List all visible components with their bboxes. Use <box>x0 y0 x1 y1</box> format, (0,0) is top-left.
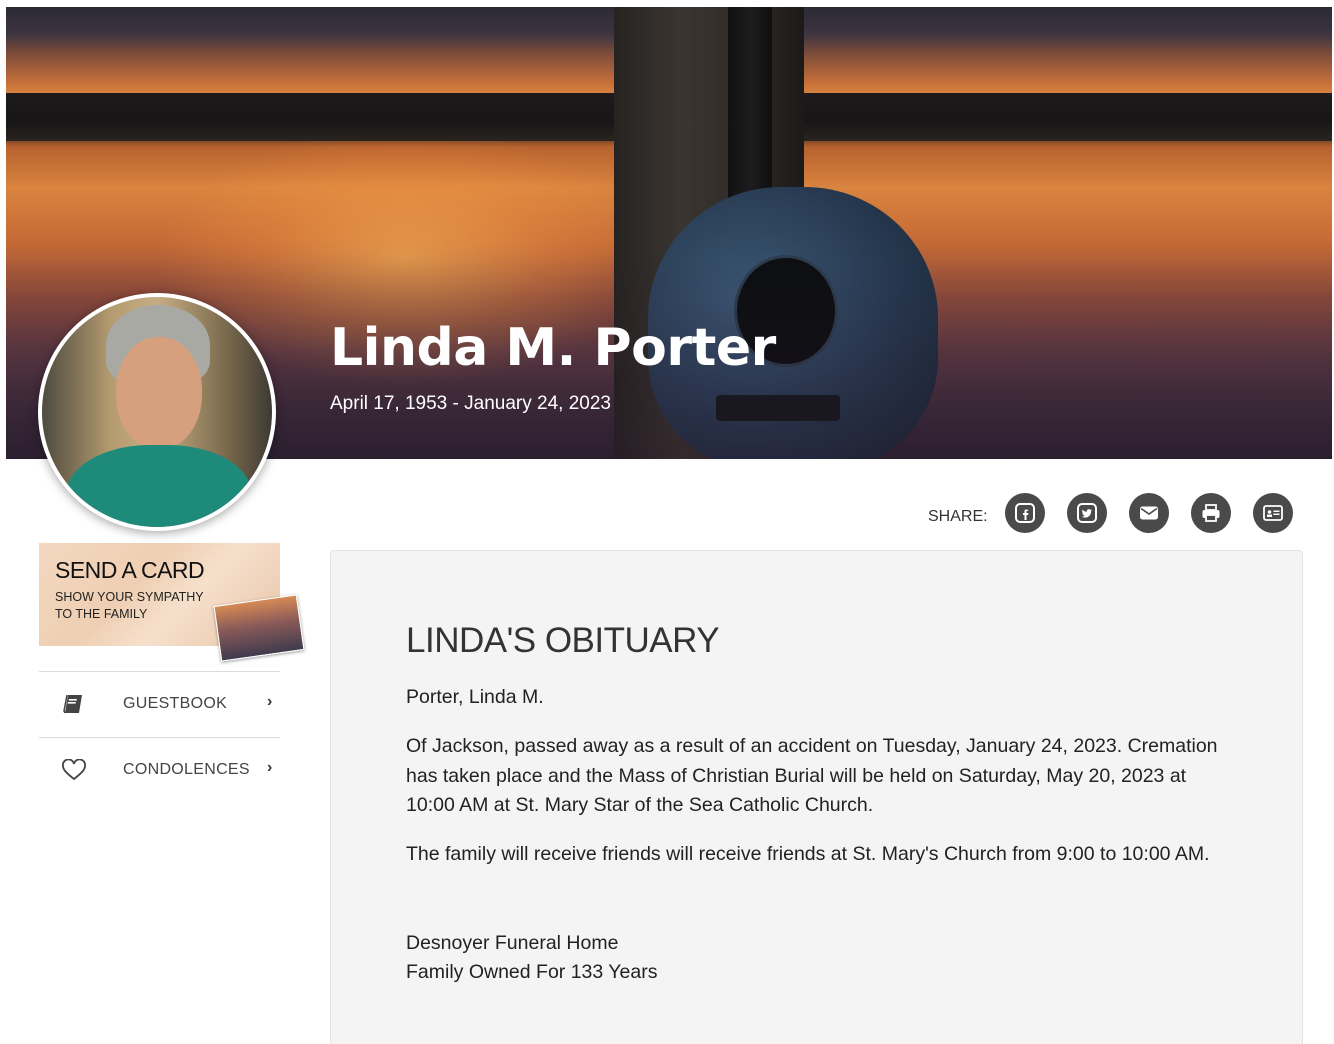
obituary-paragraph-1: Of Jackson, passed away as a result of a… <box>406 735 1218 816</box>
email-icon <box>1140 506 1158 520</box>
life-dates: April 17, 1953 - January 24, 2023 <box>330 393 611 414</box>
sidebar-item-label: GUESTBOOK <box>123 695 228 712</box>
book-icon <box>63 694 82 714</box>
vcard-icon <box>1263 505 1283 521</box>
obituary-heading: LINDA'S OBITUARY <box>406 621 720 660</box>
print-icon <box>1202 504 1220 522</box>
sidebar-item-condolences[interactable]: CONDOLENCES › <box>39 738 280 802</box>
funeral-home-tagline: Family Owned For 133 Years <box>406 961 658 983</box>
share-label: SHARE: <box>928 508 988 525</box>
chevron-right-icon: › <box>267 693 273 710</box>
obituary-panel: LINDA'S OBITUARY Porter, Linda M. Of Jac… <box>330 550 1303 1044</box>
send-card-title: SEND A CARD <box>55 557 205 583</box>
facebook-icon <box>1015 503 1035 523</box>
send-card-subtitle: SHOW YOUR SYMPATHY TO THE FAMILY <box>55 590 204 621</box>
chevron-right-icon: › <box>267 759 273 776</box>
obituary-name-line: Porter, Linda M. <box>406 686 544 708</box>
print-button[interactable] <box>1191 493 1231 533</box>
obituary-paragraph-2: The family will receive friends will rec… <box>406 843 1210 865</box>
sympathy-card-thumbnail <box>213 594 305 662</box>
send-a-card-banner[interactable]: SEND A CARD SHOW YOUR SYMPATHY TO THE FA… <box>39 543 305 662</box>
facebook-share-button[interactable] <box>1005 493 1045 533</box>
twitter-share-button[interactable] <box>1067 493 1107 533</box>
deceased-name: Linda M. Porter <box>330 318 776 378</box>
vcard-share-button[interactable] <box>1253 493 1293 533</box>
twitter-icon <box>1077 503 1097 523</box>
sidebar-item-guestbook[interactable]: GUESTBOOK › <box>39 672 280 736</box>
funeral-home-name: Desnoyer Funeral Home <box>406 932 619 954</box>
heart-icon <box>62 759 86 781</box>
sidebar-item-label: CONDOLENCES <box>123 761 250 778</box>
email-share-button[interactable] <box>1129 493 1169 533</box>
portrait-photo <box>38 293 276 531</box>
